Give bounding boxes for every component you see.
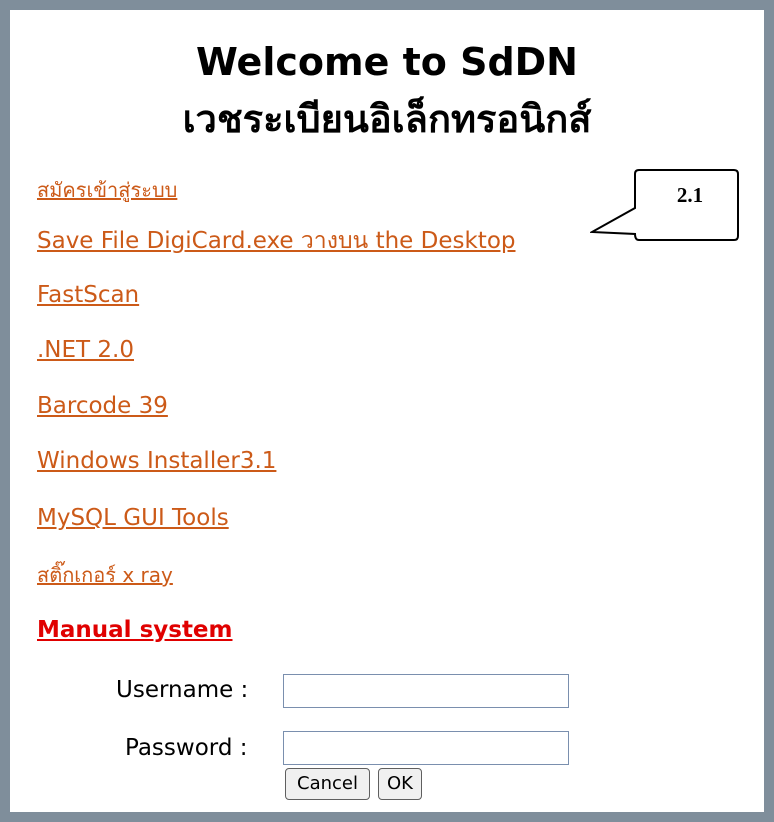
link-dotnet[interactable]: .NET 2.0: [37, 336, 134, 364]
password-label: Password :: [125, 735, 248, 761]
callout-label: 2.1: [676, 183, 704, 207]
link-sticker-xray[interactable]: สติ๊กเกอร์ x ray: [37, 561, 173, 589]
cancel-button[interactable]: Cancel: [285, 768, 370, 800]
link-barcode39[interactable]: Barcode 39: [37, 392, 168, 420]
ok-button[interactable]: OK: [378, 768, 422, 800]
page: Welcome to SdDN เวชระเบียนอิเล็กทรอนิกส์…: [0, 0, 774, 822]
link-register[interactable]: สมัครเข้าสู่ระบบ: [37, 176, 177, 204]
link-save-digicard[interactable]: Save File DigiCard.exe วางบน the Desktop: [37, 227, 516, 255]
page-subtitle-thai: เวชระเบียนอิเล็กทรอนิกส์: [182, 97, 592, 141]
username-input[interactable]: [283, 674, 569, 708]
page-title: Welcome to SdDN: [195, 40, 578, 84]
username-label: Username :: [116, 677, 249, 703]
link-fastscan[interactable]: FastScan: [37, 281, 139, 309]
link-mysql-gui-tools[interactable]: MySQL GUI Tools: [37, 504, 229, 532]
password-input[interactable]: [283, 731, 569, 765]
link-windows-installer[interactable]: Windows Installer3.1: [37, 447, 276, 475]
link-manual-system[interactable]: Manual system: [37, 616, 233, 644]
